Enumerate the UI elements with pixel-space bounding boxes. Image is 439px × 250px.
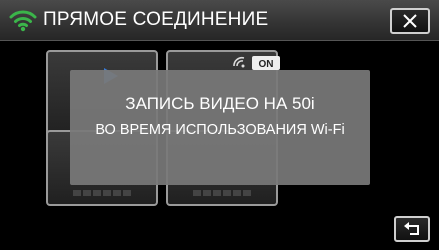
wifi-icon <box>9 10 37 32</box>
tile-placeholder <box>73 190 131 196</box>
back-button[interactable] <box>394 216 430 242</box>
return-arrow-icon <box>404 222 419 235</box>
tv-on-badge: ON <box>259 59 274 70</box>
close-icon <box>403 14 417 28</box>
message-overlay: ЗАПИСЬ ВИДЕО НА 50i ВО ВРЕМЯ ИСПОЛЬЗОВАН… <box>70 70 370 185</box>
message-line-1: ЗАПИСЬ ВИДЕО НА 50i <box>125 94 315 113</box>
tile-placeholder <box>193 190 251 196</box>
close-button[interactable] <box>390 8 430 34</box>
page-title: ПРЯМОЕ СОЕДИНЕНИЕ <box>43 9 269 30</box>
message-line-2: ВО ВРЕМЯ ИСПОЛЬЗОВАНИЯ Wi-Fi <box>95 122 345 138</box>
header-bar: ПРЯМОЕ СОЕДИНЕНИЕ <box>0 0 439 41</box>
